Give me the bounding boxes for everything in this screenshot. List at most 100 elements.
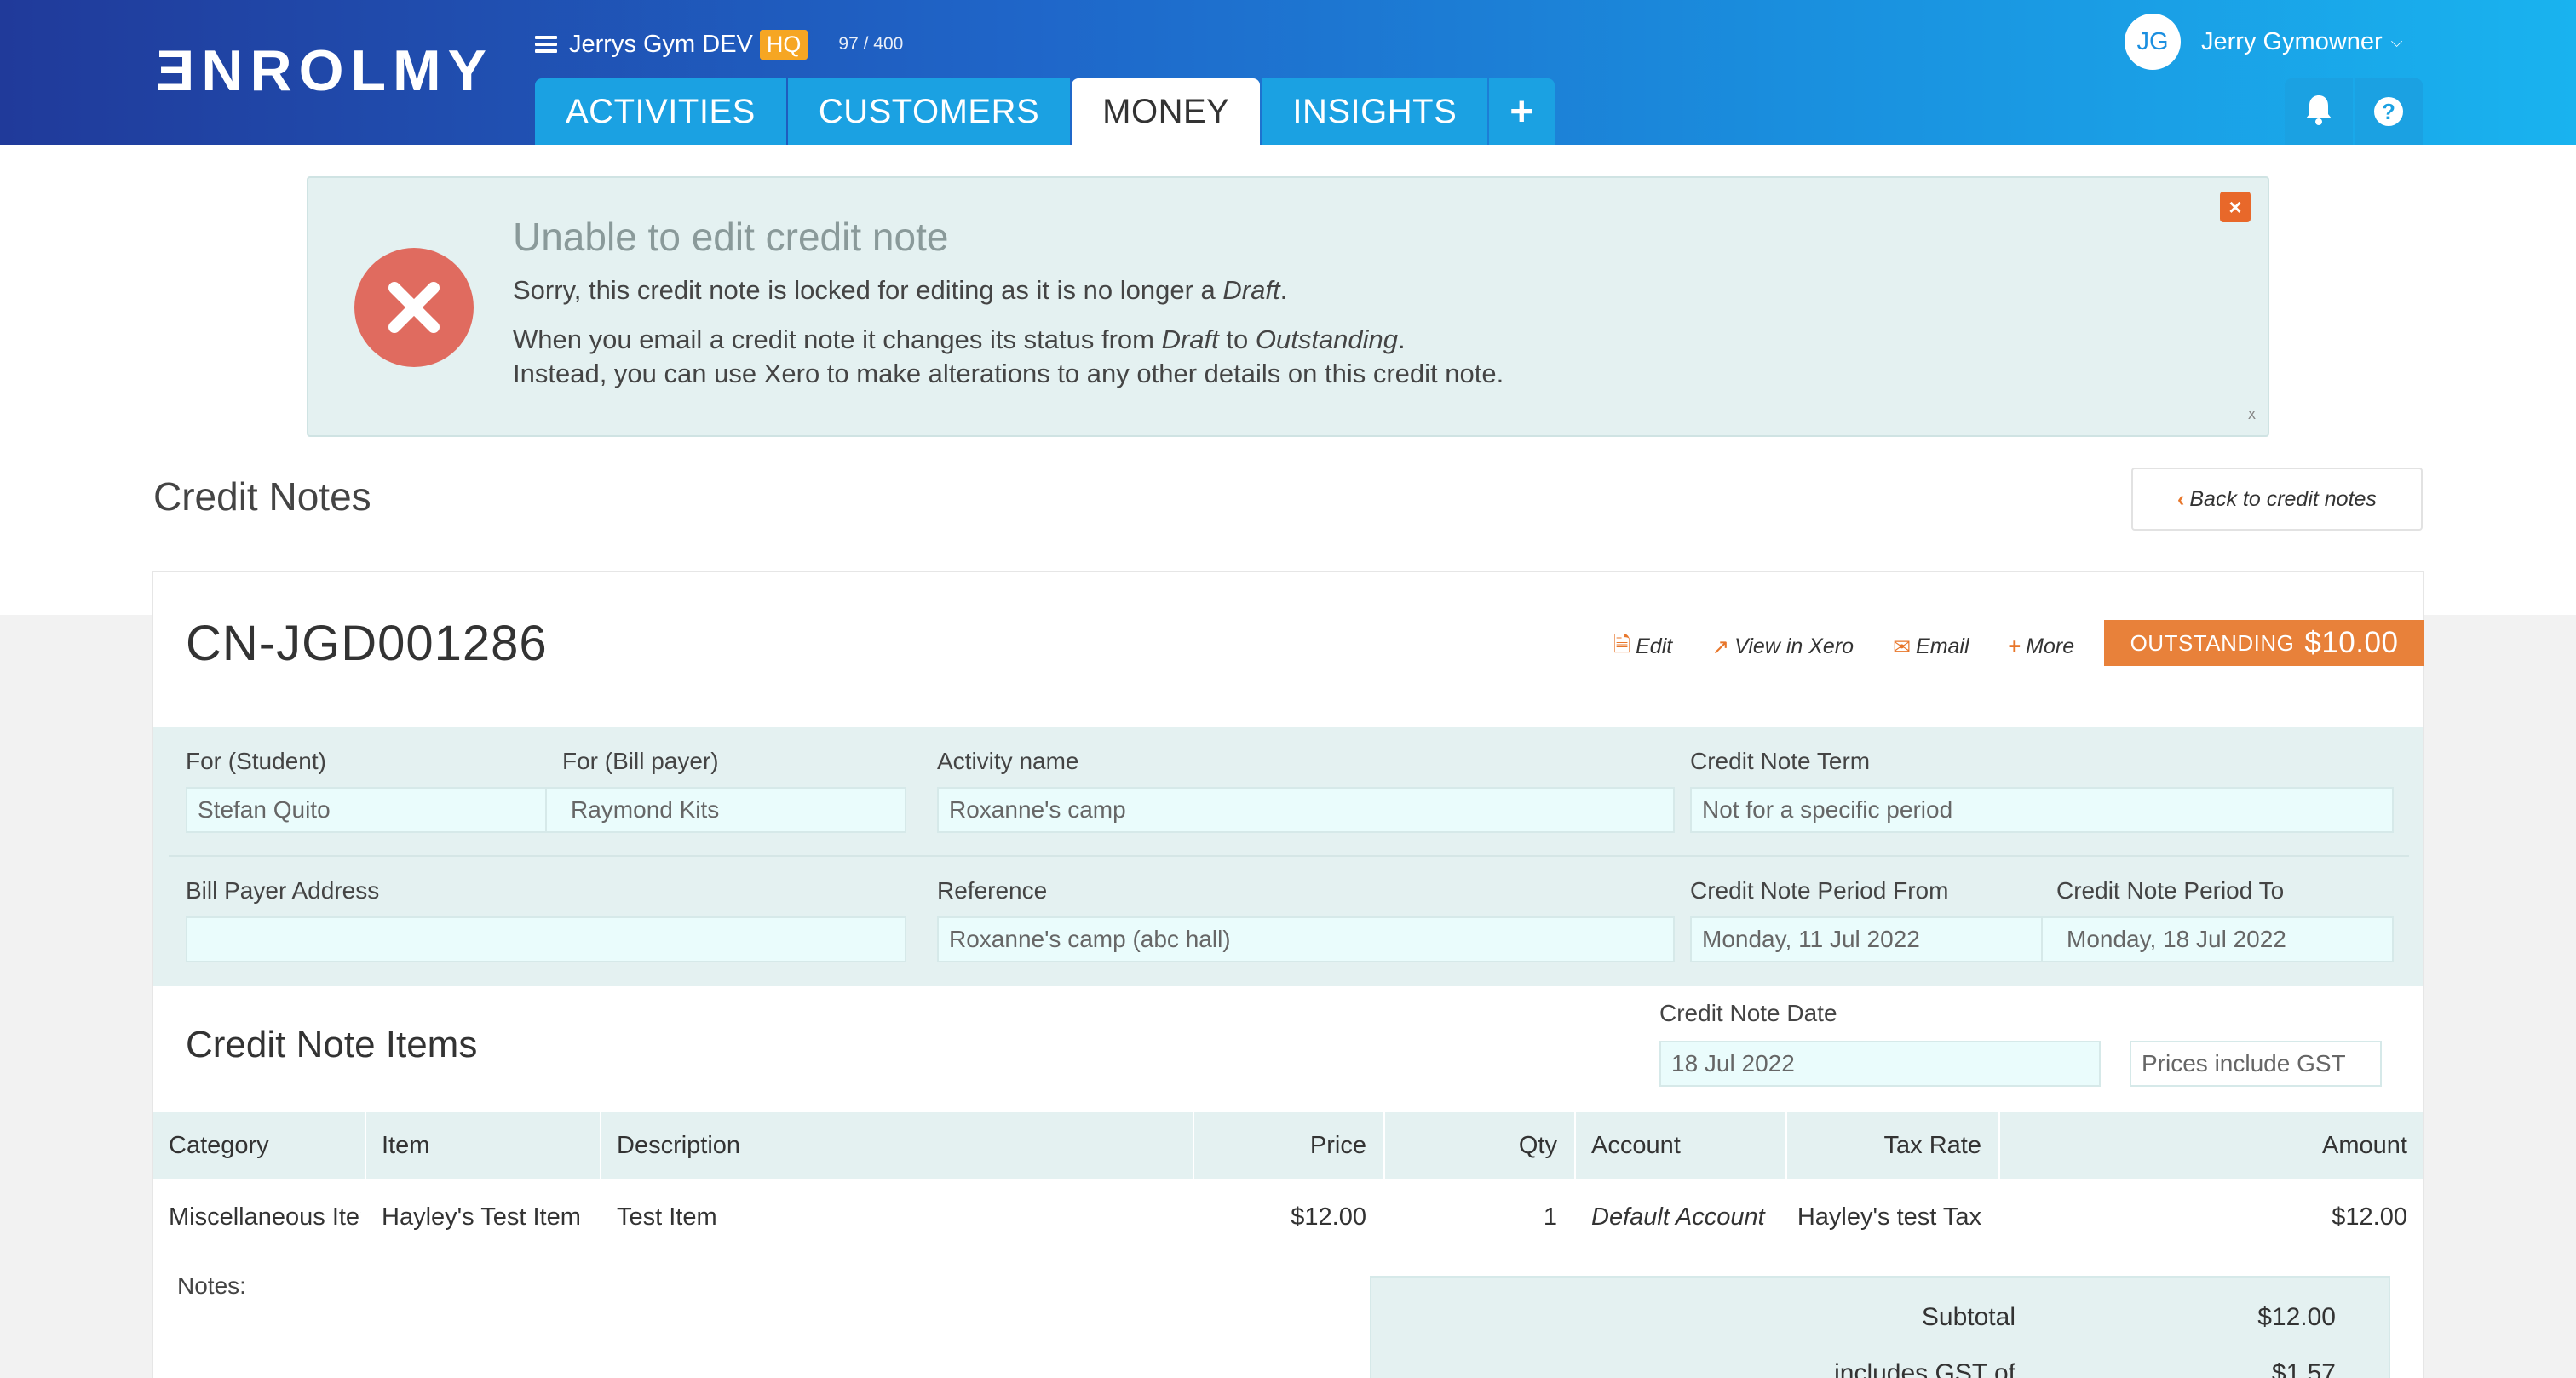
alert-message-line-1: Sorry, this credit note is locked for ed… <box>513 275 1288 305</box>
org-name[interactable]: Jerrys Gym DEV <box>569 31 753 59</box>
alert-message-line-2: When you email a credit note it changes … <box>513 324 1406 354</box>
bill-payer-address-field[interactable] <box>186 916 906 962</box>
column-divider <box>365 1112 366 1179</box>
user-name[interactable]: Jerry Gymowner <box>2201 28 2383 56</box>
back-button-label: Back to credit notes <box>2189 486 2377 511</box>
cell-description: Test Item <box>617 1203 717 1231</box>
cell-amount: $12.00 <box>2332 1203 2407 1231</box>
hq-badge: HQ <box>759 29 808 60</box>
main-nav-tabs: ACTIVITIES CUSTOMERS MONEY INSIGHTS + <box>535 78 1556 145</box>
col-item: Item <box>382 1131 430 1159</box>
col-category: Category <box>169 1131 269 1159</box>
edit-button[interactable]: 🗎 Edit <box>1613 629 1672 665</box>
details-divider <box>169 855 2409 857</box>
user-menu[interactable]: JG Jerry Gymowner ⌵ <box>2125 14 2402 70</box>
utility-icons: ? <box>2285 78 2424 145</box>
chevron-down-icon[interactable]: ⌵ <box>2391 33 2403 51</box>
back-to-credit-notes-button[interactable]: ‹ Back to credit notes <box>2131 468 2423 531</box>
credit-note-actions: 🗎 Edit ↗ View in Xero ✉ Email + More <box>1613 629 2113 665</box>
top-header: ƎNROLMY Jerrys Gym DEV HQ 97 / 400 ACTIV… <box>0 0 2576 145</box>
notes-label: Notes: <box>177 1272 246 1299</box>
cell-price: $12.00 <box>1291 1203 1366 1231</box>
tab-customers[interactable]: CUSTOMERS <box>787 78 1071 145</box>
error-circle-icon <box>354 248 474 367</box>
usage-count: 97 / 400 <box>838 34 904 54</box>
bill-payer-label: For (Bill payer) <box>562 748 719 774</box>
reference-label: Reference <box>937 877 1048 904</box>
col-amount: Amount <box>2322 1131 2407 1159</box>
edit-label: Edit <box>1636 634 1673 658</box>
chevron-left-icon: ‹ <box>2177 486 2185 511</box>
reference-field[interactable]: Roxanne's camp (abc hall) <box>937 916 1675 962</box>
status-badge: OUTSTANDING $10.00 <box>2104 620 2424 666</box>
col-tax-rate: Tax Rate <box>1883 1131 1981 1159</box>
totals-panel: Subtotal $12.00 includes GST of $1.57 <box>1370 1276 2390 1378</box>
col-qty: Qty <box>1518 1131 1557 1159</box>
more-button[interactable]: + More <box>2009 634 2075 659</box>
items-section-title: Credit Note Items <box>186 1024 478 1065</box>
gst-included-label: includes GST of <box>1834 1359 2015 1378</box>
org-selector[interactable]: Jerrys Gym DEV HQ 97 / 400 <box>535 27 903 61</box>
student-label: For (Student) <box>186 748 326 774</box>
subtotal-value: $12.00 <box>2257 1303 2336 1331</box>
subtotal-label: Subtotal <box>1921 1303 2015 1331</box>
cell-category: Miscellaneous Item <box>169 1203 361 1231</box>
col-description: Description <box>617 1131 741 1159</box>
help-icon: ? <box>2374 97 2403 126</box>
page-title: Credit Notes <box>153 474 371 519</box>
credit-note-date-label: Credit Note Date <box>1659 1000 1837 1026</box>
col-account: Account <box>1591 1131 1681 1159</box>
tab-activities[interactable]: ACTIVITIES <box>535 78 786 145</box>
alert-title: Unable to edit credit note <box>513 215 949 259</box>
bell-icon <box>2303 94 2334 130</box>
file-icon: 🗎 <box>1613 633 1631 657</box>
help-button[interactable]: ? <box>2355 78 2423 145</box>
col-price: Price <box>1309 1131 1366 1159</box>
column-divider <box>600 1112 601 1179</box>
status-text: OUTSTANDING <box>2130 629 2295 656</box>
envelope-icon: ✉ <box>1893 634 1912 659</box>
activity-name-field[interactable]: Roxanne's camp <box>937 787 1675 833</box>
items-table-header: Category Item Description Price Qty Acco… <box>153 1112 2423 1179</box>
tab-money[interactable]: MONEY <box>1072 78 1261 145</box>
tab-insights[interactable]: INSIGHTS <box>1262 78 1488 145</box>
bill-payer-address-label: Bill Payer Address <box>186 877 380 904</box>
cell-tax-rate: Hayley's test Tax <box>1797 1203 1981 1231</box>
notifications-button[interactable] <box>2285 78 2353 145</box>
cell-qty: 1 <box>1543 1203 1557 1231</box>
view-in-xero-button[interactable]: ↗ View in Xero <box>1711 634 1854 660</box>
hamburger-menu-icon[interactable] <box>535 36 557 53</box>
view-in-xero-label: View in Xero <box>1734 634 1854 658</box>
alert-dismiss-x[interactable]: x <box>2248 405 2256 423</box>
credit-note-date-field[interactable]: 18 Jul 2022 <box>1659 1041 2101 1087</box>
cell-account: Default Account <box>1591 1203 1765 1231</box>
credit-note-card: CN-JGD001286 🗎 Edit ↗ View in Xero ✉ Ema… <box>152 571 2424 1378</box>
credit-note-number: CN-JGD001286 <box>186 616 548 671</box>
period-from-field[interactable]: Monday, 11 Jul 2022 <box>1690 916 2043 962</box>
gst-included-value: $1.57 <box>2271 1359 2336 1378</box>
activity-name-label: Activity name <box>937 748 1079 774</box>
external-link-icon: ↗ <box>1711 634 1730 659</box>
cell-item: Hayley's Test Item <box>382 1203 581 1231</box>
email-label: Email <box>1916 634 1969 658</box>
period-to-label: Credit Note Period To <box>2056 877 2285 904</box>
avatar[interactable]: JG <box>2125 14 2181 70</box>
plus-icon: + <box>2008 634 2021 658</box>
credit-note-term-field[interactable]: Not for a specific period <box>1690 787 2394 833</box>
column-divider <box>1574 1112 1576 1179</box>
bill-payer-field[interactable]: Raymond Kits <box>545 787 906 833</box>
alert-message-line-3: Instead, you can use Xero to make altera… <box>513 359 1504 388</box>
enrolmy-logo[interactable]: ƎNROLMY <box>156 41 493 100</box>
credit-note-details: For (Student) For (Bill payer) Activity … <box>153 727 2423 986</box>
more-label: More <box>2026 634 2075 658</box>
alert-close-button[interactable]: × <box>2220 192 2251 222</box>
add-tab-plus-icon[interactable]: + <box>1489 78 1555 145</box>
email-button[interactable]: ✉ Email <box>1893 634 1969 660</box>
student-field[interactable]: Stefan Quito <box>186 787 547 833</box>
status-amount: $10.00 <box>2304 626 2399 659</box>
period-from-label: Credit Note Period From <box>1690 877 1949 904</box>
period-to-field[interactable]: Monday, 18 Jul 2022 <box>2041 916 2394 962</box>
gst-mode-select[interactable]: Prices include GST <box>2130 1041 2382 1087</box>
credit-note-term-label: Credit Note Term <box>1690 748 1871 774</box>
error-alert: Unable to edit credit note Sorry, this c… <box>307 176 2269 437</box>
